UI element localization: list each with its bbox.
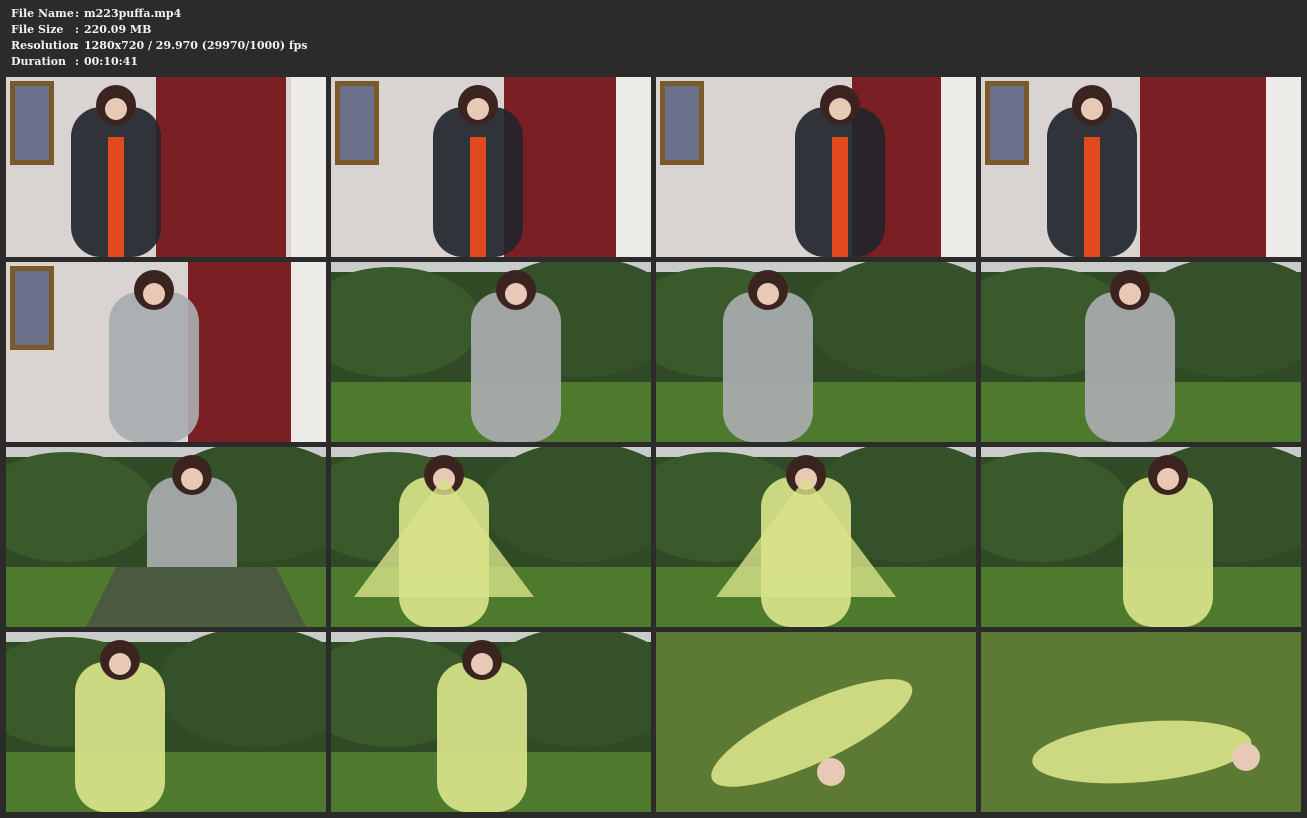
info-value: m223puffa.mp4 xyxy=(84,7,182,20)
thumbnail-black-puffer-with-clear-coat xyxy=(981,77,1301,257)
info-separator: : xyxy=(75,55,80,68)
thumbnail-yellow-cape-twirl xyxy=(656,447,976,627)
info-value: 00:10:41 xyxy=(84,55,139,68)
thumbnail-grey-coat-full xyxy=(656,262,976,442)
thumbnail-black-puffer-back xyxy=(656,77,976,257)
info-label: Resolution xyxy=(11,39,78,52)
info-row-file-size: File Size : 220.09 MB xyxy=(11,22,308,38)
thumbnail-image xyxy=(656,262,976,442)
thumbnail-grey-coat-closeup xyxy=(331,262,651,442)
info-label: Duration xyxy=(11,55,67,68)
thumbnail-yellow-coat-arms-out xyxy=(331,632,651,812)
info-row-file-name: File Name : m223puffa.mp4 xyxy=(11,6,308,22)
thumbnail-image xyxy=(981,447,1301,627)
thumbnail-image xyxy=(656,632,976,812)
thumbnail-image xyxy=(331,262,651,442)
thumbnail-yellow-cape-spread xyxy=(331,447,651,627)
thumbnail-grey-coat-umbrella xyxy=(6,447,326,627)
thumbnail-image xyxy=(6,262,326,442)
info-label: File Size xyxy=(11,23,64,36)
info-separator: : xyxy=(75,7,80,20)
thumbnail-black-puffer-jacket xyxy=(6,77,326,257)
thumbnail-yellow-coat-standing xyxy=(6,632,326,812)
thumbnail-image xyxy=(656,77,976,257)
thumbnail-image xyxy=(331,447,651,627)
thumbnail-image xyxy=(981,632,1301,812)
thumbnail-image xyxy=(981,77,1301,257)
thumbnail-image xyxy=(6,632,326,812)
info-value: 1280x720 / 29.970 (29970/1000) fps xyxy=(84,39,308,52)
info-row-duration: Duration : 00:10:41 xyxy=(11,54,308,70)
thumbnail-black-puffer-closeup xyxy=(331,77,651,257)
thumbnail-grid xyxy=(6,77,1301,812)
thumbnail-image xyxy=(981,262,1301,442)
thumbnail-grey-coat-arms-out xyxy=(981,262,1301,442)
thumbnail-image xyxy=(6,77,326,257)
thumbnail-yellow-coat-closeup xyxy=(981,447,1301,627)
thumbnail-yellow-coat-lying xyxy=(656,632,976,812)
info-label: File Name xyxy=(11,7,74,20)
info-row-resolution: Resolution : 1280x720 / 29.970 (29970/10… xyxy=(11,38,308,54)
info-value: 220.09 MB xyxy=(84,23,152,36)
file-info-panel: File Name : m223puffa.mp4 File Size : 22… xyxy=(11,6,308,70)
info-separator: : xyxy=(75,23,80,36)
thumbnail-grey-coat-over-puffer xyxy=(6,262,326,442)
thumbnail-image xyxy=(331,632,651,812)
thumbnail-yellow-coat-curled xyxy=(981,632,1301,812)
thumbnail-image xyxy=(6,447,326,627)
thumbnail-image xyxy=(656,447,976,627)
thumbnail-image xyxy=(331,77,651,257)
info-separator: : xyxy=(75,39,80,52)
